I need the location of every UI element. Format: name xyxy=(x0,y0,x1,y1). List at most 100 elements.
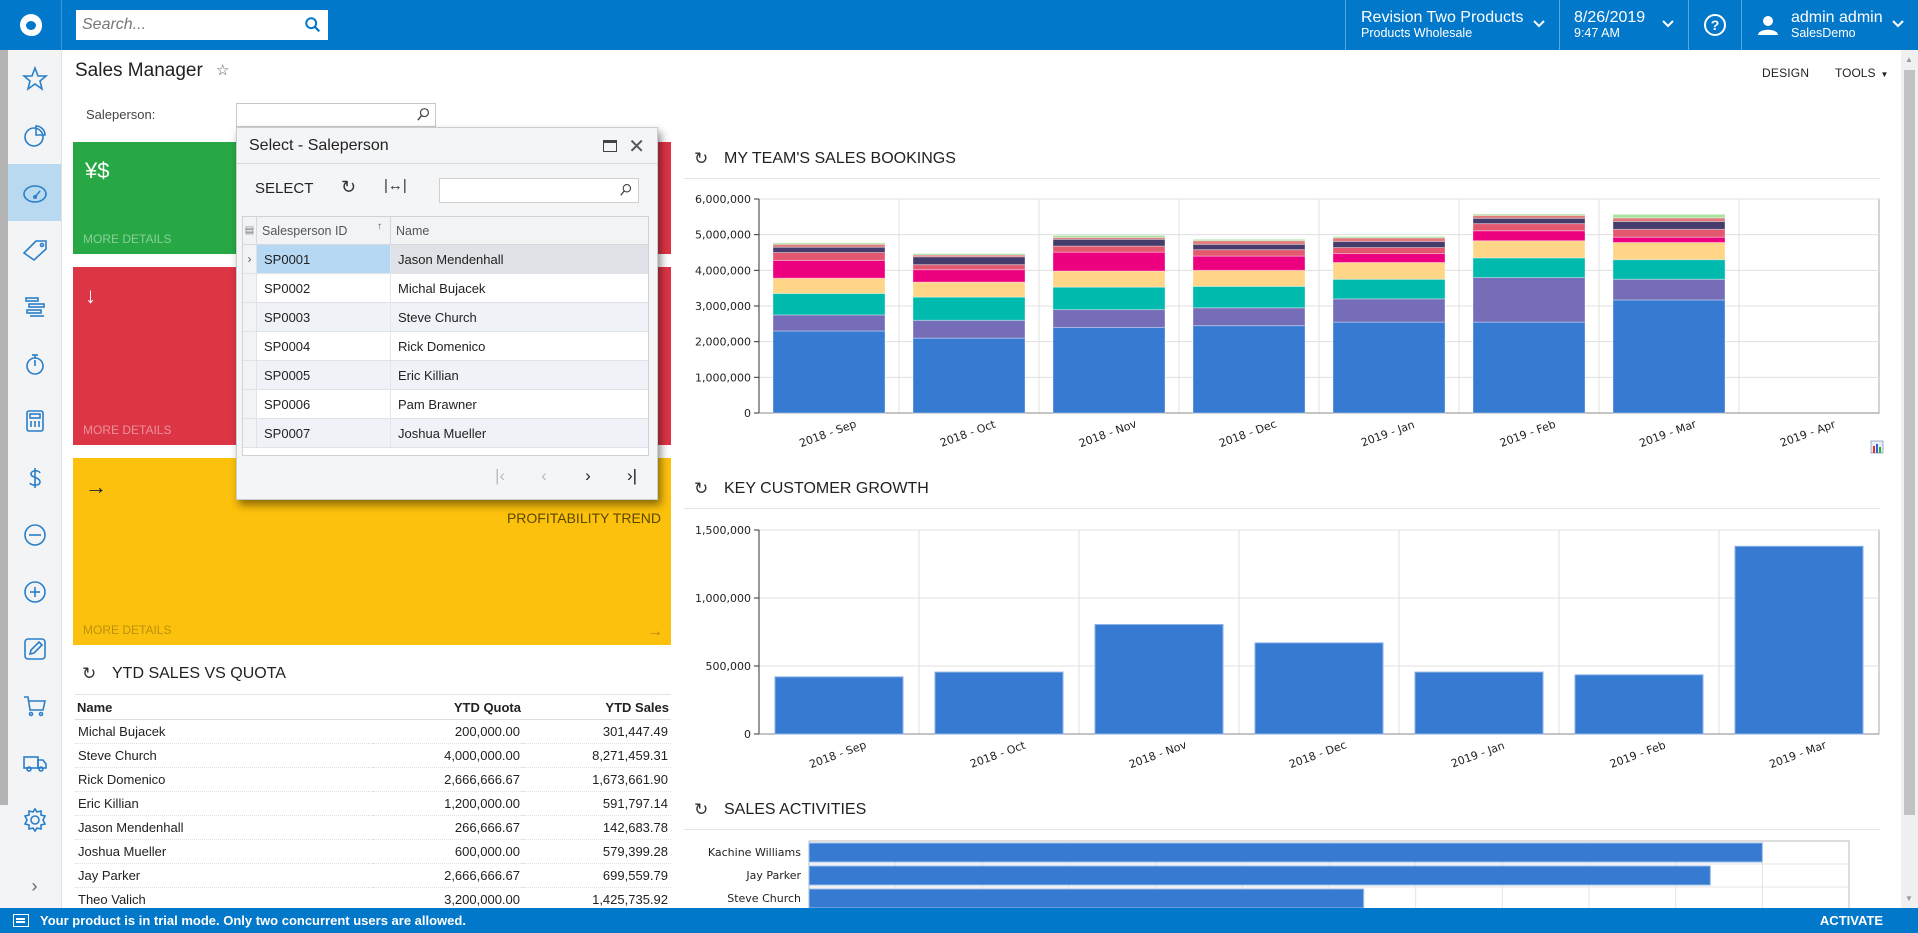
dialog-search-input[interactable] xyxy=(439,178,639,203)
search-icon[interactable] xyxy=(304,16,322,34)
sidebar-item-inventory[interactable] xyxy=(8,734,61,791)
sidebar-item-purchases[interactable] xyxy=(8,677,61,734)
scroll-up-icon[interactable]: ▲ xyxy=(1905,55,1913,64)
cell-salesperson-id[interactable]: SP0006 xyxy=(257,390,391,418)
page-scrollbar[interactable]: ▲ ▼ xyxy=(1901,50,1918,908)
row-selector[interactable] xyxy=(243,303,257,331)
cell-salesperson-id[interactable]: SP0001 xyxy=(257,245,391,273)
business-date-selector[interactable]: 8/26/2019 9:47 AM xyxy=(1559,0,1688,50)
next-page-button[interactable]: › xyxy=(581,466,595,486)
cell-name[interactable]: Jason Mendenhall xyxy=(391,245,648,273)
sidebar-scroll-strip[interactable] xyxy=(0,50,8,805)
grid-row[interactable]: SP0005 Eric Killian xyxy=(243,361,648,390)
user-menu[interactable]: admin admin SalesDemo xyxy=(1741,0,1918,50)
branch-selector[interactable]: Revision Two Products Products Wholesale xyxy=(1345,0,1559,50)
kpi-tile-red-right[interactable] xyxy=(658,142,671,254)
cell-name[interactable]: Rick Domenico xyxy=(391,332,648,360)
more-details-link[interactable]: MORE DETAILS xyxy=(83,232,171,246)
global-search-input[interactable] xyxy=(76,10,286,40)
refresh-icon[interactable]: ↻ xyxy=(694,800,724,820)
sidebar-expand-button[interactable]: › xyxy=(8,868,61,904)
activate-button[interactable]: ACTIVATE xyxy=(1820,913,1883,928)
grid-row[interactable]: › SP0001 Jason Mendenhall xyxy=(243,245,648,274)
sidebar-item-dashboards[interactable] xyxy=(8,107,61,164)
more-details-link[interactable]: MORE DETAILS xyxy=(83,423,171,437)
status-bar: Your product is in trial mode. Only two … xyxy=(0,908,1918,933)
sidebar-item-documents[interactable] xyxy=(8,620,61,677)
cell-salesperson-id[interactable]: SP0002 xyxy=(257,274,391,302)
table-row[interactable]: Michal Bujacek 200,000.00 301,447.49 xyxy=(75,719,671,744)
sidebar-item-banking[interactable] xyxy=(8,449,61,506)
sidebar-item-sales[interactable] xyxy=(8,221,61,278)
cell-name[interactable]: Pam Brawner xyxy=(391,390,648,418)
cell-name[interactable]: Steve Church xyxy=(391,303,648,331)
first-page-button[interactable]: |‹ xyxy=(493,466,507,486)
table-row[interactable]: Jay Parker 2,666,666.67 699,559.79 xyxy=(75,863,671,888)
design-button[interactable]: DESIGN xyxy=(1762,66,1809,80)
table-row[interactable]: Rick Domenico 2,666,666.67 1,673,661.90 xyxy=(75,767,671,792)
maximize-icon[interactable] xyxy=(603,140,617,152)
select-button[interactable]: SELECT xyxy=(255,180,313,197)
cell-salesperson-id[interactable]: SP0005 xyxy=(257,361,391,389)
sidebar-item-data-views[interactable] xyxy=(8,164,61,221)
cell-salesperson-id[interactable]: SP0003 xyxy=(257,303,391,331)
grid-row[interactable]: SP0006 Pam Brawner xyxy=(243,390,648,419)
prev-page-button[interactable]: ‹ xyxy=(537,466,551,486)
cell-name[interactable]: Michal Bujacek xyxy=(391,274,648,302)
column-config-icon[interactable]: ▤ xyxy=(243,217,257,244)
last-page-button[interactable]: ›| xyxy=(625,466,639,486)
grid-row[interactable]: SP0004 Rick Domenico xyxy=(243,332,648,361)
close-icon[interactable]: ✕ xyxy=(628,134,645,159)
saleperson-selector[interactable] xyxy=(236,103,436,127)
table-row[interactable]: Eric Killian 1,200,000.00 591,797.14 xyxy=(75,791,671,816)
chevron-down-icon xyxy=(1533,20,1545,28)
sidebar-item-receivables[interactable] xyxy=(8,563,61,620)
col-name[interactable]: Name xyxy=(391,217,648,244)
cell-name[interactable]: Eric Killian xyxy=(391,361,648,389)
chart-type-icon[interactable] xyxy=(1870,440,1884,454)
sidebar-item-configuration[interactable] xyxy=(8,791,61,848)
search-icon[interactable] xyxy=(416,107,431,122)
more-details-link[interactable]: MORE DETAILS xyxy=(83,623,171,637)
cell-salesperson-id[interactable]: SP0007 xyxy=(257,419,391,447)
table-row[interactable]: Steve Church 4,000,000.00 8,271,459.31 xyxy=(75,743,671,768)
favorite-star-icon[interactable]: ☆ xyxy=(216,61,229,79)
help-button[interactable]: ? xyxy=(1688,0,1741,50)
row-selector[interactable] xyxy=(243,274,257,302)
refresh-icon[interactable]: ↻ xyxy=(694,479,724,499)
arrow-right-icon[interactable]: → xyxy=(647,623,663,641)
sidebar-item-payables[interactable] xyxy=(8,506,61,563)
row-selector[interactable] xyxy=(243,332,257,360)
app-logo[interactable] xyxy=(0,0,62,50)
grid-row[interactable]: SP0007 Joshua Mueller xyxy=(243,419,648,448)
tools-menu-button[interactable]: TOOLS ▼ xyxy=(1835,66,1888,80)
table-row[interactable]: Jason Mendenhall 266,666.67 142,683.78 xyxy=(75,815,671,840)
refresh-icon[interactable]: ↻ xyxy=(694,149,724,169)
col-salesperson-id[interactable]: Salesperson ID ↑ xyxy=(257,217,391,244)
refresh-icon[interactable]: ↻ xyxy=(341,177,356,198)
col-name[interactable]: Name xyxy=(75,697,373,720)
row-selector[interactable] xyxy=(243,361,257,389)
cell-salesperson-id[interactable]: SP0004 xyxy=(257,332,391,360)
grid-row[interactable]: SP0002 Michal Bujacek xyxy=(243,274,648,303)
col-ytd-quota[interactable]: YTD Quota xyxy=(373,697,523,720)
search-icon[interactable] xyxy=(619,183,633,197)
col-ytd-sales[interactable]: YTD Sales xyxy=(523,697,671,720)
row-selector[interactable]: › xyxy=(243,245,257,273)
grid-row[interactable]: SP0003 Steve Church xyxy=(243,303,648,332)
row-selector[interactable] xyxy=(243,419,257,447)
sidebar-item-projects[interactable] xyxy=(8,278,61,335)
dialog-header[interactable]: Select - Saleperson ✕ xyxy=(237,128,657,164)
scroll-down-icon[interactable]: ▼ xyxy=(1905,894,1913,903)
cell-name[interactable]: Joshua Mueller xyxy=(391,419,648,447)
refresh-icon[interactable]: ↻ xyxy=(82,664,112,684)
scrollbar-thumb[interactable] xyxy=(1904,70,1915,815)
table-row[interactable]: Joshua Mueller 600,000.00 579,399.28 xyxy=(75,839,671,864)
fit-columns-icon[interactable]: |↔| xyxy=(384,177,407,194)
sidebar-item-favorites[interactable] xyxy=(8,50,61,107)
key-customer-title: KEY CUSTOMER GROWTH xyxy=(724,480,929,497)
ytd-table: Name YTD Quota YTD Sales Michal Bujacek 2… xyxy=(75,697,671,912)
sidebar-item-finance[interactable] xyxy=(8,392,61,449)
row-selector[interactable] xyxy=(243,390,257,418)
sidebar-item-time[interactable] xyxy=(8,335,61,392)
